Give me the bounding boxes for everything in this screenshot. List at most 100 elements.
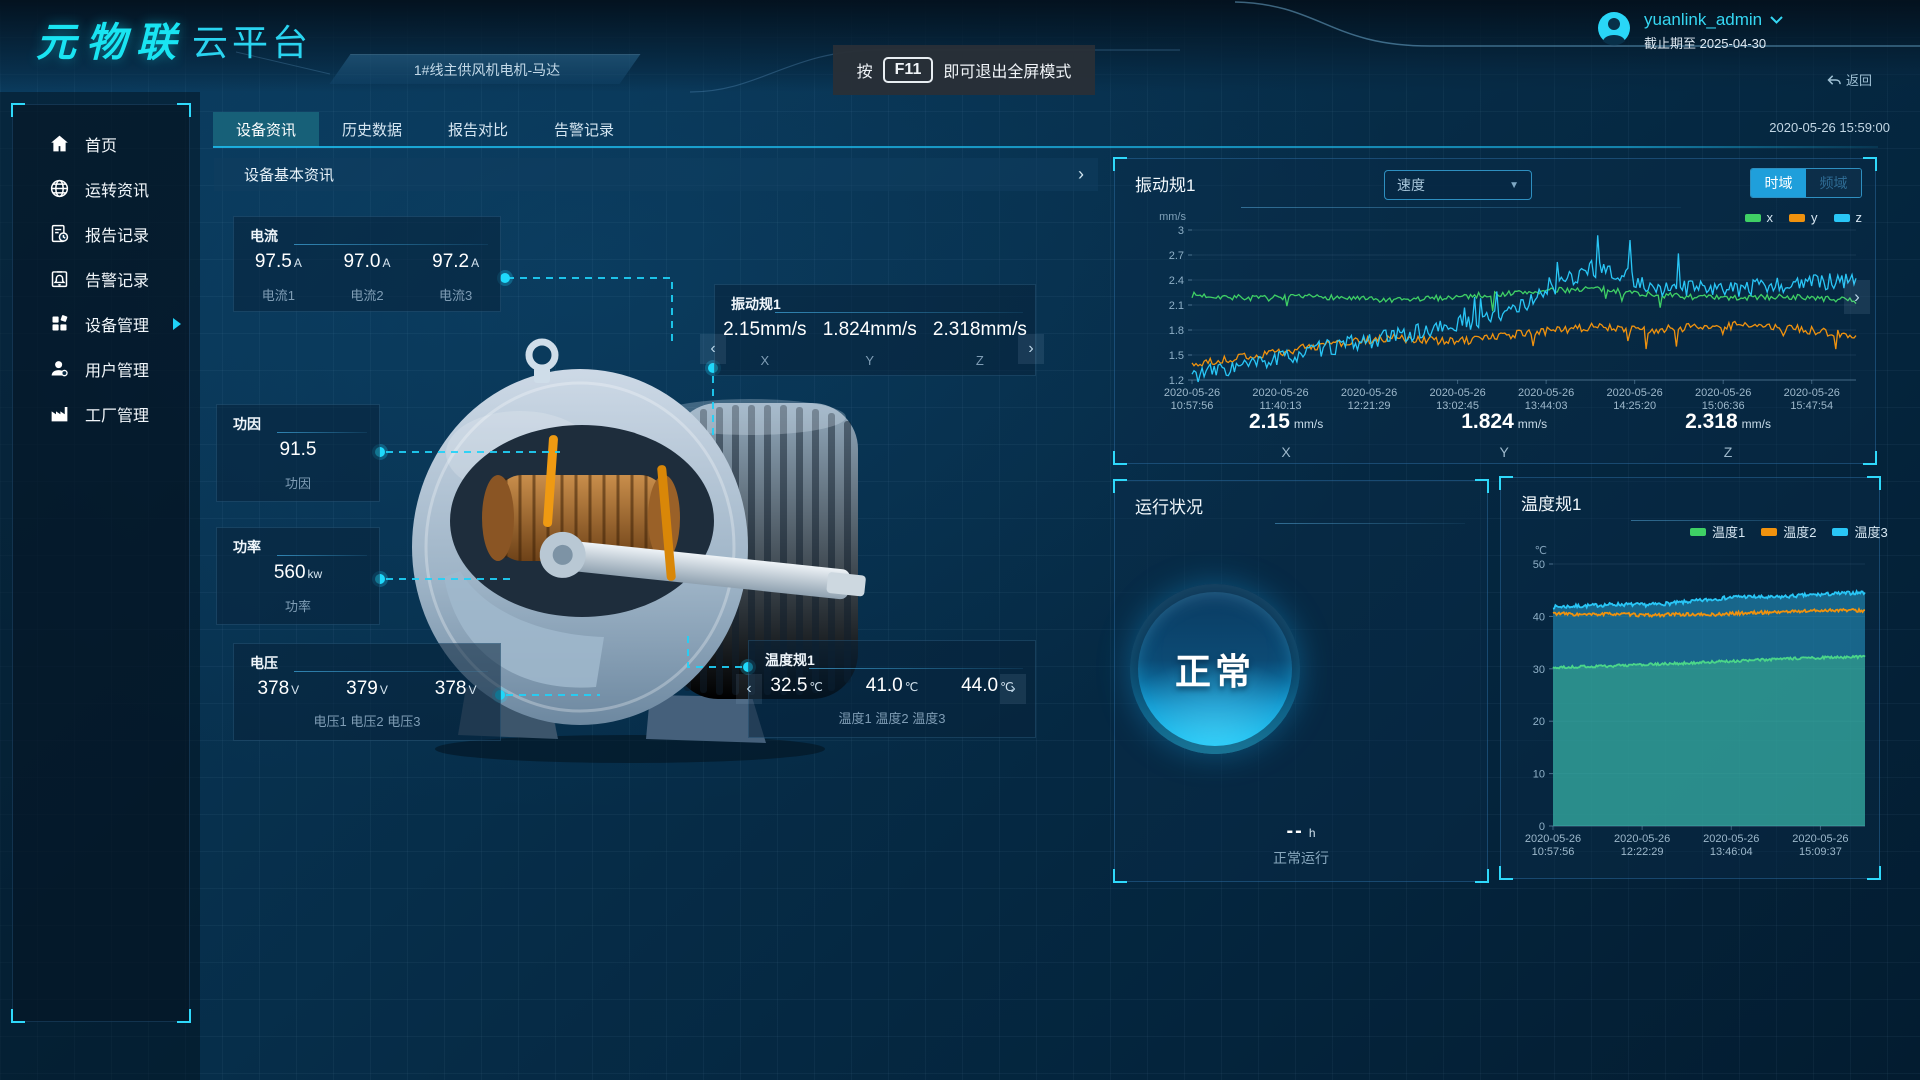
fullscreen-notice-prefix: 按 — [857, 58, 873, 82]
x-tick-label: 2020-05-2610:57:56 — [1164, 387, 1220, 412]
toggle-时域[interactable]: 时域 — [1751, 169, 1806, 197]
y-tick-label: 1.5 — [1169, 350, 1184, 362]
callout-value-column: 41.0℃ — [866, 675, 918, 697]
main-tabs: 设备资讯历史数据报告对比告警记录 — [213, 112, 637, 147]
vibration-panel-title: 振动规1 — [1135, 171, 1195, 196]
sidebar-item-factory[interactable]: 工厂管理 — [13, 391, 189, 436]
status-hours-unit: h — [1309, 826, 1316, 840]
back-button[interactable]: 返回 — [1826, 70, 1872, 89]
callout-power-factor-title: 功因 — [233, 414, 261, 434]
callout-value-column: 2.318mm/sZ — [933, 319, 1027, 368]
callout-value-column: 1.824mm/sY — [823, 319, 917, 368]
x-tick-label: 2020-05-2614:25:20 — [1607, 387, 1663, 412]
sidebar-item-home[interactable]: 首页 — [13, 121, 189, 166]
logo-secondary: 云平台 — [192, 14, 312, 66]
logo-primary: 元物联 — [36, 10, 186, 68]
vibration-summary-X: 2.15mm/sX — [1249, 410, 1323, 460]
sidebar-item-label: 告警记录 — [85, 267, 149, 291]
y-axis-unit: mm/s — [1159, 211, 1186, 223]
sidebar-item-globe[interactable]: 运转资讯 — [13, 166, 189, 211]
x-tick-label: 2020-05-2613:46:04 — [1703, 833, 1759, 858]
series-line-x — [1192, 287, 1856, 312]
callout-voltage-title: 电压 — [250, 653, 278, 673]
f11-key: F11 — [883, 57, 934, 83]
callout-value-column: 2.15mm/sX — [723, 319, 806, 368]
vibration-dropdown-value: 速度 — [1397, 175, 1425, 195]
home-icon — [49, 133, 70, 154]
legend-swatch — [1690, 528, 1706, 536]
sidebar: 首页运转资讯报告记录告警记录设备管理用户管理工厂管理 — [12, 104, 190, 1022]
callout-temperature-title: 温度规1 — [765, 650, 815, 670]
y-tick-label: 0 — [1539, 821, 1545, 833]
fullscreen-notice: 按 F11 即可退出全屏模式 — [833, 45, 1095, 95]
callout-current-title: 电流 — [250, 226, 278, 246]
device-icon — [49, 313, 70, 334]
toggle-频域[interactable]: 频域 — [1806, 169, 1861, 197]
sidebar-item-label: 用户管理 — [85, 357, 149, 381]
tab-4[interactable]: 告警记录 — [531, 112, 637, 147]
y-tick-label: 1.2 — [1169, 375, 1184, 387]
vibration-chart: 1.21.51.82.12.42.73mm/s2020-05-2610:57:5… — [1130, 196, 1870, 426]
x-tick-label: 2020-05-2615:06:36 — [1695, 387, 1751, 412]
temperature-next-button[interactable]: › — [1000, 674, 1026, 704]
y-tick-label: 30 — [1533, 664, 1545, 676]
fullscreen-notice-suffix: 即可退出全屏模式 — [943, 58, 1071, 82]
temperature-labels: 温度1 温度2 温度3 — [749, 708, 1035, 727]
x-tick-label: 2020-05-2613:02:45 — [1429, 387, 1485, 412]
tab-3[interactable]: 报告对比 — [425, 112, 531, 147]
callout-value-column: 378V — [435, 678, 477, 700]
x-tick-label: 2020-05-2610:57:56 — [1525, 833, 1581, 858]
y-tick-label: 3 — [1178, 225, 1184, 237]
temperature-prev-button[interactable]: ‹ — [736, 674, 762, 704]
sidebar-items: 首页运转资讯报告记录告警记录设备管理用户管理工厂管理 — [13, 121, 189, 436]
report-icon — [49, 223, 70, 244]
y-tick-label: 2.4 — [1169, 275, 1184, 287]
status-panel-title: 运行状况 — [1135, 493, 1203, 518]
datetime: 2020-05-26 15:59:00 — [1740, 120, 1890, 135]
vibration-summary-Y: 1.824mm/sY — [1461, 410, 1547, 460]
vibration-chart-next-button[interactable]: › — [1844, 280, 1870, 314]
y-tick-label: 2.1 — [1169, 300, 1184, 312]
series-line-z — [1192, 235, 1856, 382]
callout-power: 功率 560kw 功率 — [216, 527, 380, 625]
sidebar-item-report[interactable]: 报告记录 — [13, 211, 189, 256]
header: 元物联 云平台 1#线主供风机电机-马达 按 F11 即可退出全屏模式 yuan… — [0, 0, 1920, 92]
callout-vibration: 振动规1 2.15mm/sX 1.824mm/sY 2.318mm/sZ — [714, 284, 1036, 376]
dropdown-caret-icon: ▼ — [1509, 180, 1519, 191]
callout-value-column: 97.2A电流3 — [432, 251, 479, 304]
power-value: 560 — [274, 562, 306, 583]
user-icon — [49, 358, 70, 379]
sidebar-item-device[interactable]: 设备管理 — [13, 301, 189, 346]
series-area-温度1 — [1553, 656, 1865, 826]
sidebar-item-label: 报告记录 — [85, 222, 149, 246]
power-factor-value: 91.5 — [280, 439, 317, 461]
sidebar-item-label: 工厂管理 — [85, 402, 149, 426]
x-tick-label: 2020-05-2615:47:54 — [1784, 387, 1840, 412]
vibration-next-button[interactable]: › — [1018, 334, 1044, 364]
x-tick-label: 2020-05-2613:44:03 — [1518, 387, 1574, 412]
power-unit: kw — [308, 567, 323, 581]
sidebar-item-user[interactable]: 用户管理 — [13, 346, 189, 391]
callout-current: 电流 97.5A电流197.0A电流297.2A电流3 — [233, 216, 501, 312]
y-tick-label: 40 — [1533, 611, 1545, 623]
power-factor-label: 功因 — [280, 473, 317, 492]
tab-1[interactable]: 设备资讯 — [213, 112, 319, 147]
user-menu[interactable]: yuanlink_admin 截止期至 2025-04-30 — [1596, 10, 1783, 52]
callout-vibration-title: 振动规1 — [731, 294, 781, 314]
callout-value-column: 379V — [346, 678, 388, 700]
avatar — [1596, 10, 1632, 51]
device-section-title: 设备基本资讯 — [244, 164, 334, 185]
series-line-y — [1192, 322, 1856, 367]
callout-power-title: 功率 — [233, 537, 261, 557]
sidebar-item-label: 设备管理 — [85, 312, 149, 336]
vibration-prev-button[interactable]: ‹ — [700, 334, 726, 364]
temperature-panel-title: 温度规1 — [1521, 490, 1581, 515]
sidebar-item-alarm[interactable]: 告警记录 — [13, 256, 189, 301]
sidebar-item-label: 运转资讯 — [85, 177, 149, 201]
y-tick-label: 20 — [1533, 716, 1545, 728]
expand-arrow-icon — [173, 318, 181, 330]
tab-2[interactable]: 历史数据 — [319, 112, 425, 147]
device-section-expand-icon[interactable]: › — [1078, 164, 1084, 185]
callout-value-column: 97.0A电流2 — [343, 251, 390, 304]
temperature-chart: 01020304050℃2020-05-2610:57:562020-05-26… — [1505, 538, 1875, 873]
